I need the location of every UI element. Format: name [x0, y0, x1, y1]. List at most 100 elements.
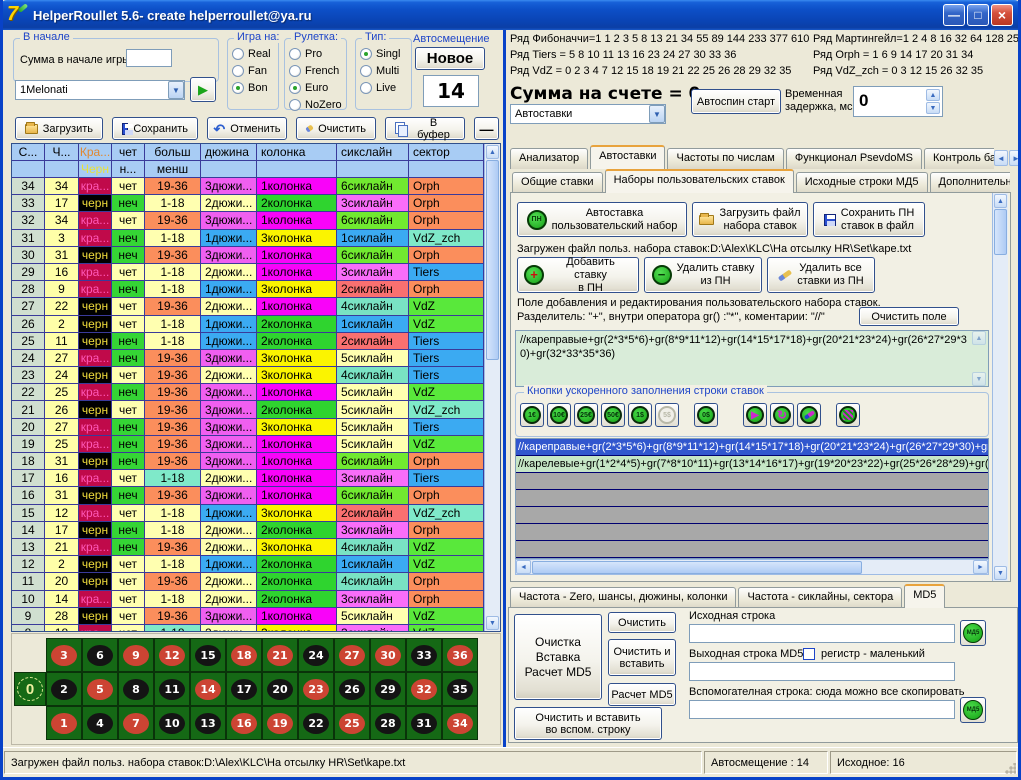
scroll-right-icon[interactable]: ►: [973, 560, 988, 574]
md5-clear-button[interactable]: Очистить: [608, 612, 676, 633]
scroll-up-icon[interactable]: ▲: [972, 331, 986, 345]
table-header-cell[interactable]: [45, 161, 79, 178]
quick-button-0$[interactable]: 0$: [694, 403, 718, 427]
table-row[interactable]: 1925кра...неч19-363дюжи...1колонка5сикла…: [12, 436, 500, 453]
radio-option-nozero[interactable]: NoZero: [289, 96, 344, 113]
quick-button-5$[interactable]: 5$: [655, 403, 679, 427]
tab-main-0[interactable]: Анализатор: [510, 148, 588, 169]
board-cell-5[interactable]: 5: [82, 672, 118, 706]
list-item-empty[interactable]: [516, 507, 988, 524]
table-row[interactable]: 1014кра...чет1-182дюжи...2колонка3сиклай…: [12, 591, 500, 608]
content-vertical-scrollbar[interactable]: ▲ ▼: [992, 193, 1008, 581]
scroll-down-icon[interactable]: ▼: [994, 566, 1007, 580]
list-item[interactable]: //кареправые+gr(2*3*5*6)+gr(8*9*11*12)+g…: [516, 439, 988, 456]
table-header-cell[interactable]: н...: [112, 161, 145, 178]
quick-button-play[interactable]: ▶: [743, 403, 767, 427]
autobets-combo[interactable]: Автоставки ▼: [510, 104, 666, 124]
title-bar[interactable]: 7 HelperRoullet 5.6- create helperroulle…: [0, 0, 1021, 30]
board-cell-28[interactable]: 28: [370, 706, 406, 740]
board-cell-4[interactable]: 4: [82, 706, 118, 740]
table-row[interactable]: 1631черннеч19-363дюжи...1колонка6сиклайн…: [12, 487, 500, 504]
save-bets-file-button[interactable]: Сохранить ПНставок в файл: [813, 202, 925, 237]
board-cell-16[interactable]: 16: [226, 706, 262, 740]
board-cell-34[interactable]: 34: [442, 706, 478, 740]
collapse-button[interactable]: —: [474, 117, 499, 140]
lowercase-checkbox[interactable]: [803, 648, 815, 660]
board-cell-17[interactable]: 17: [226, 672, 262, 706]
list-item-empty[interactable]: [516, 524, 988, 541]
source-string-input[interactable]: [689, 624, 955, 643]
list-item-empty[interactable]: [516, 473, 988, 490]
dropdown-icon[interactable]: ▼: [649, 105, 665, 123]
scrollbar-thumb[interactable]: [532, 561, 862, 574]
table-header-cell[interactable]: сикслайн: [337, 144, 409, 161]
quick-button-1€[interactable]: 1€: [520, 403, 544, 427]
table-header-cell[interactable]: С...: [12, 144, 45, 161]
list-item-empty[interactable]: [516, 541, 988, 558]
table-row[interactable]: 2916кра...чет1-182дюжи...1колонка3сиклай…: [12, 264, 500, 281]
tab-freq-1[interactable]: Частота - сиклайны, сектора: [738, 587, 902, 608]
radio-option-fan[interactable]: Fan: [232, 62, 276, 79]
radio-option-bon[interactable]: Bon: [232, 79, 276, 96]
table-header-cell[interactable]: [12, 161, 45, 178]
tab-sub-2[interactable]: Исходные строки МД5: [796, 172, 928, 193]
tab-main-3[interactable]: Функционал PsevdoMS: [786, 148, 922, 169]
radio-option-french[interactable]: French: [289, 62, 344, 79]
spin-down-icon[interactable]: ▼: [926, 102, 940, 114]
table-header-cell[interactable]: чет: [112, 144, 145, 161]
table-row[interactable]: 2722чернчет19-362дюжи...1колонка4сиклайн…: [12, 298, 500, 315]
table-row[interactable]: 3434кра...чет19-363дюжи...1колонка6сикла…: [12, 178, 500, 195]
scroll-up-icon[interactable]: ▲: [994, 194, 1007, 208]
table-row[interactable]: 2225кра...неч19-363дюжи...1колонка5сикла…: [12, 384, 500, 401]
board-cell-30[interactable]: 30: [370, 638, 406, 672]
radio-option-euro[interactable]: Euro: [289, 79, 344, 96]
tab-sub-0[interactable]: Общие ставки: [512, 172, 603, 193]
table-header-cell[interactable]: [201, 161, 257, 178]
table-row[interactable]: 2126чернчет19-363дюжи...2колонка5сиклайн…: [12, 401, 500, 418]
delete-bet-button[interactable]: − Удалить ставкуиз ПН: [644, 257, 762, 293]
board-cell-20[interactable]: 20: [262, 672, 298, 706]
board-cell-zero[interactable]: 0: [14, 672, 46, 706]
table-row[interactable]: 3234кра...чет19-363дюжи...1колонка6сикла…: [12, 212, 500, 229]
board-cell-6[interactable]: 6: [82, 638, 118, 672]
board-cell-24[interactable]: 24: [298, 638, 334, 672]
table-row[interactable]: 1831черннеч19-363дюжи...1колонка6сиклайн…: [12, 453, 500, 470]
add-bet-button[interactable]: + Добавить ставкув ПН: [517, 257, 639, 293]
tab-freq-2[interactable]: MD5: [904, 584, 945, 608]
table-header-cell[interactable]: [257, 161, 337, 178]
table-vertical-scrollbar[interactable]: ▲ ▼: [484, 144, 500, 631]
bet-edit-field[interactable]: //кареправые+gr(2*3*5*6)+gr(8*9*11*12)+g…: [515, 330, 989, 387]
table-row[interactable]: 313кра...неч1-181дюжи...3колонка1сиклайн…: [12, 230, 500, 247]
md5-calc-button[interactable]: Расчет MD5: [608, 683, 676, 706]
delete-all-bets-button[interactable]: Удалить всеставки из ПН: [767, 257, 875, 293]
board-cell-26[interactable]: 26: [334, 672, 370, 706]
board-cell-23[interactable]: 23: [298, 672, 334, 706]
new-button[interactable]: Новое: [415, 47, 485, 70]
quick-button-repeat[interactable]: ↻: [770, 403, 794, 427]
table-row[interactable]: 3317черннеч1-182дюжи...2колонка3сиклайнO…: [12, 195, 500, 212]
quick-button-50€[interactable]: 50€: [601, 403, 625, 427]
table-header-cell[interactable]: Кра...: [79, 144, 112, 161]
board-cell-29[interactable]: 29: [370, 672, 406, 706]
quick-button-1$[interactable]: 1$: [628, 403, 652, 427]
load-bets-file-button[interactable]: Загрузить файлнабора ставок: [692, 202, 808, 237]
board-cell-10[interactable]: 10: [154, 706, 190, 740]
table-header-cell[interactable]: [337, 161, 409, 178]
list-item-empty[interactable]: [516, 490, 988, 507]
tab-sub-3[interactable]: Дополнительно: [930, 172, 1011, 193]
board-cell-31[interactable]: 31: [406, 706, 442, 740]
board-cell-21[interactable]: 21: [262, 638, 298, 672]
tab-scroll-left-icon[interactable]: ◄: [994, 150, 1008, 166]
board-cell-36[interactable]: 36: [442, 638, 478, 672]
board-cell-3[interactable]: 3: [46, 638, 82, 672]
table-row[interactable]: 1321кра...неч19-362дюжи...3колонка4сикла…: [12, 539, 500, 556]
board-cell-2[interactable]: 2: [46, 672, 82, 706]
radio-option-live[interactable]: Live: [360, 79, 409, 96]
bets-list[interactable]: //кареправые+gr(2*3*5*6)+gr(8*9*11*12)+g…: [515, 438, 989, 559]
board-cell-12[interactable]: 12: [154, 638, 190, 672]
radio-option-pro[interactable]: Pro: [289, 45, 344, 62]
board-cell-27[interactable]: 27: [334, 638, 370, 672]
table-row[interactable]: 818кра...чет1-182дюжи...3колонка3сиклайн…: [12, 625, 500, 631]
toolbar-button-folder[interactable]: Загрузить: [15, 117, 103, 140]
board-cell-32[interactable]: 32: [406, 672, 442, 706]
